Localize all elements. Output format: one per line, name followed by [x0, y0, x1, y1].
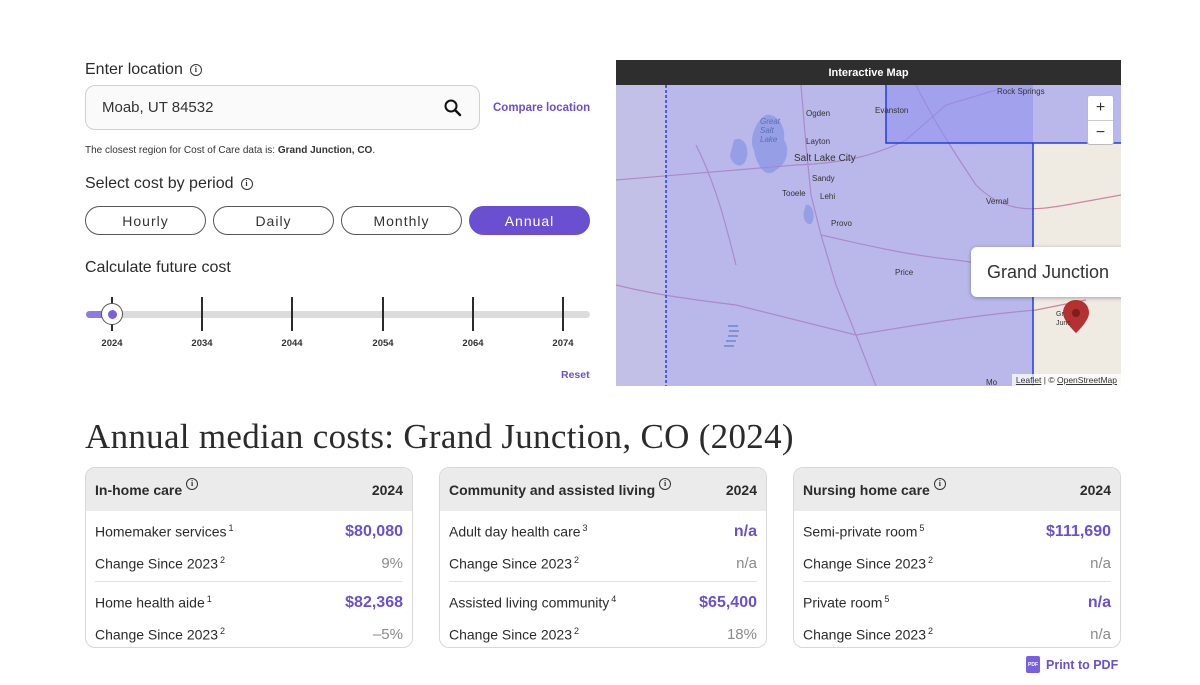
map-tiles[interactable]: [616, 85, 1121, 386]
cost-row: Adult day health care 3 n/a: [449, 522, 757, 540]
zoom-in-button[interactable]: +: [1088, 96, 1113, 120]
card-title: Nursing home care: [803, 481, 930, 498]
card-title: In-home care: [95, 481, 183, 498]
cost-value: $111,690: [1046, 522, 1111, 540]
info-icon[interactable]: i: [659, 477, 672, 490]
year-slider-track[interactable]: [86, 311, 590, 318]
map-place-label: Price: [895, 268, 914, 277]
cost-row: Home health aide 1 $82,368: [95, 593, 403, 611]
period-monthly-button[interactable]: Monthly: [341, 206, 462, 235]
year-tick-label[interactable]: 2034: [182, 338, 222, 349]
results-title: Annual median costs: Grand Junction, CO …: [85, 417, 794, 456]
change-row: Change Since 2023 2 –5%: [95, 625, 403, 643]
map-place-label: Sandy: [812, 174, 835, 183]
in-home-care-card: In-home care i 2024 Homemaker services 1 $…: [85, 467, 413, 648]
map-attribution: Leaflet | © OpenStreetMap: [1011, 374, 1121, 386]
cost-value: $80,080: [345, 522, 403, 540]
map-place-label: Rock Springs: [997, 87, 1045, 96]
print-to-pdf-link[interactable]: PDF Print to PDF: [1026, 656, 1118, 673]
change-value: n/a: [1090, 554, 1111, 572]
closest-region-name: Grand Junction, CO: [277, 145, 373, 156]
year-slider-thumb[interactable]: [101, 303, 123, 325]
change-value: –5%: [372, 625, 403, 643]
card-header: Nursing home care i 2024: [794, 468, 1120, 511]
map-place-label: Lehi: [820, 192, 836, 201]
map-place-label: Ogden: [806, 109, 831, 118]
change-row: Change Since 2023 2 n/a: [803, 625, 1111, 643]
slider-thumb-dot: [107, 309, 117, 319]
zoom-out-button[interactable]: −: [1088, 120, 1113, 144]
change-row: Change Since 2023 2 n/a: [449, 554, 757, 572]
map-place-label: Vernal: [986, 197, 1009, 206]
period-annual-button[interactable]: Annual: [469, 206, 590, 235]
change-value: n/a: [1090, 625, 1111, 643]
reset-link[interactable]: Reset: [561, 369, 590, 381]
cost-row: Semi-private room 5 $111,690: [803, 522, 1111, 540]
map-popup[interactable]: Grand Junction: [971, 247, 1121, 297]
zoom-control: + −: [1087, 95, 1114, 145]
info-icon[interactable]: i: [240, 178, 253, 190]
year-tick-label[interactable]: 2044: [272, 338, 312, 349]
change-row: Change Since 2023 2 9%: [95, 554, 403, 572]
map-place-label: Evanston: [875, 106, 909, 115]
map-place-label: Layton: [806, 137, 831, 146]
slider-tick: [201, 297, 203, 331]
period-heading: Select cost by period i: [85, 175, 253, 193]
cost-value: n/a: [1087, 593, 1111, 611]
change-row: Change Since 2023 2 n/a: [803, 554, 1111, 572]
slider-tick: [291, 297, 293, 331]
map-place-label: Salt Lake City: [794, 153, 856, 164]
change-value: 9%: [381, 554, 403, 572]
change-row: Change Since 2023 2 18%: [449, 625, 757, 643]
card-year: 2024: [725, 481, 757, 498]
location-search-box[interactable]: [85, 85, 480, 130]
year-tick-label[interactable]: 2024: [92, 338, 132, 349]
location-input[interactable]: [102, 99, 443, 116]
search-icon[interactable]: [443, 98, 463, 118]
cost-row: Assisted living community 4 $65,400: [449, 593, 757, 611]
card-header: In-home care i 2024: [86, 468, 412, 511]
year-tick-label[interactable]: 2074: [543, 338, 583, 349]
map-place-label: Great Salt Lake: [760, 117, 781, 144]
card-header: Community and assisted living i 2024: [440, 468, 766, 511]
cost-value: $82,368: [345, 593, 403, 611]
map-place-label: Gr Junc: [1056, 311, 1071, 327]
location-heading: Enter location i: [85, 61, 202, 79]
card-year: 2024: [371, 481, 403, 498]
map-header: Interactive Map: [616, 60, 1121, 85]
future-cost-heading: Calculate future cost: [85, 259, 231, 276]
cost-value: $65,400: [699, 593, 757, 611]
slider-tick: [472, 297, 474, 331]
info-icon[interactable]: i: [189, 64, 202, 76]
change-value: 18%: [726, 625, 757, 643]
year-tick-label[interactable]: 2054: [363, 338, 403, 349]
pdf-icon: PDF: [1026, 656, 1040, 673]
change-value: n/a: [736, 554, 757, 572]
osm-link[interactable]: OpenStreetMap: [1057, 375, 1117, 385]
leaflet-link[interactable]: Leaflet: [1016, 375, 1042, 385]
slider-tick: [382, 297, 384, 331]
cost-value: n/a: [733, 522, 757, 540]
map-place-label: Tooele: [782, 189, 806, 198]
info-icon[interactable]: i: [933, 477, 946, 490]
slider-tick: [562, 297, 564, 331]
year-tick-label[interactable]: 2064: [453, 338, 493, 349]
map-place-label: Mo: [986, 378, 998, 386]
info-icon[interactable]: i: [186, 477, 199, 490]
nursing-home-care-card: Nursing home care i 2024 Semi-private roo…: [793, 467, 1121, 648]
community-assisted-living-card: Community and assisted living i 2024 Adul…: [439, 467, 767, 648]
closest-region-note: The closest region for Cost of Care data…: [85, 145, 376, 156]
compare-location-link[interactable]: Compare location: [493, 102, 590, 114]
card-title: Community and assisted living: [449, 481, 656, 498]
interactive-map[interactable]: Interactive Map Rock Springs Ogden Evans…: [616, 60, 1121, 386]
cost-row: Private room 5 n/a: [803, 593, 1111, 611]
cost-row: Homemaker services 1 $80,080: [95, 522, 403, 540]
period-hourly-button[interactable]: Hourly: [85, 206, 206, 235]
period-daily-button[interactable]: Daily: [213, 206, 334, 235]
card-year: 2024: [1079, 481, 1111, 498]
map-place-label: Provo: [831, 219, 852, 228]
